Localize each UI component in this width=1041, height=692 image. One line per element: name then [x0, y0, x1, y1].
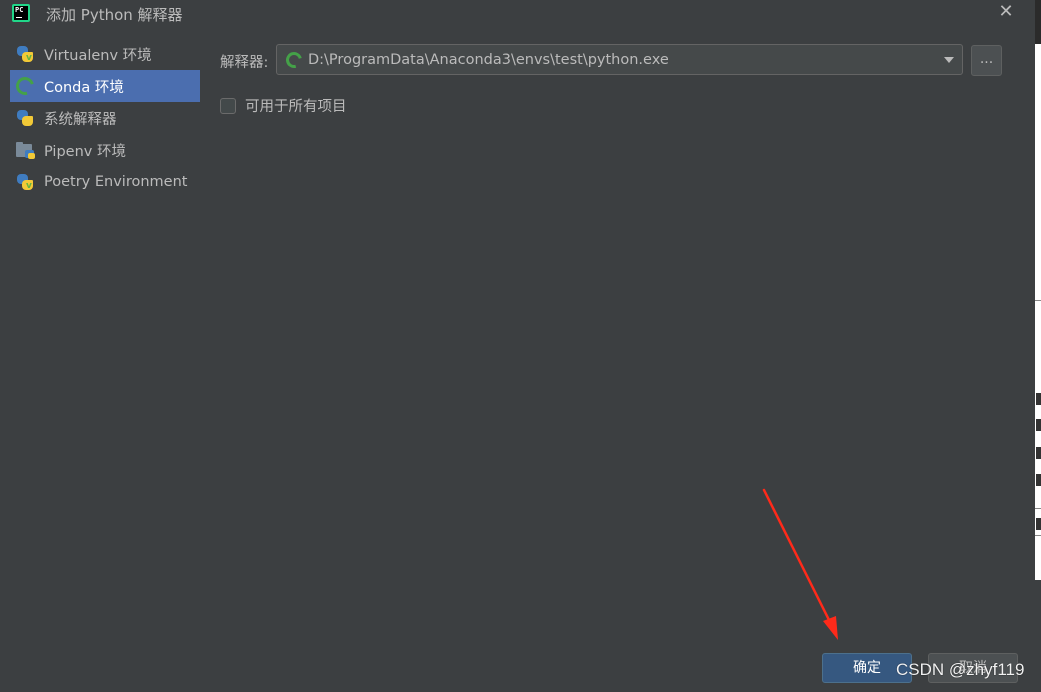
watermark-text: CSDN @zhyf119 — [896, 660, 1025, 679]
annotation-arrow — [762, 488, 838, 640]
